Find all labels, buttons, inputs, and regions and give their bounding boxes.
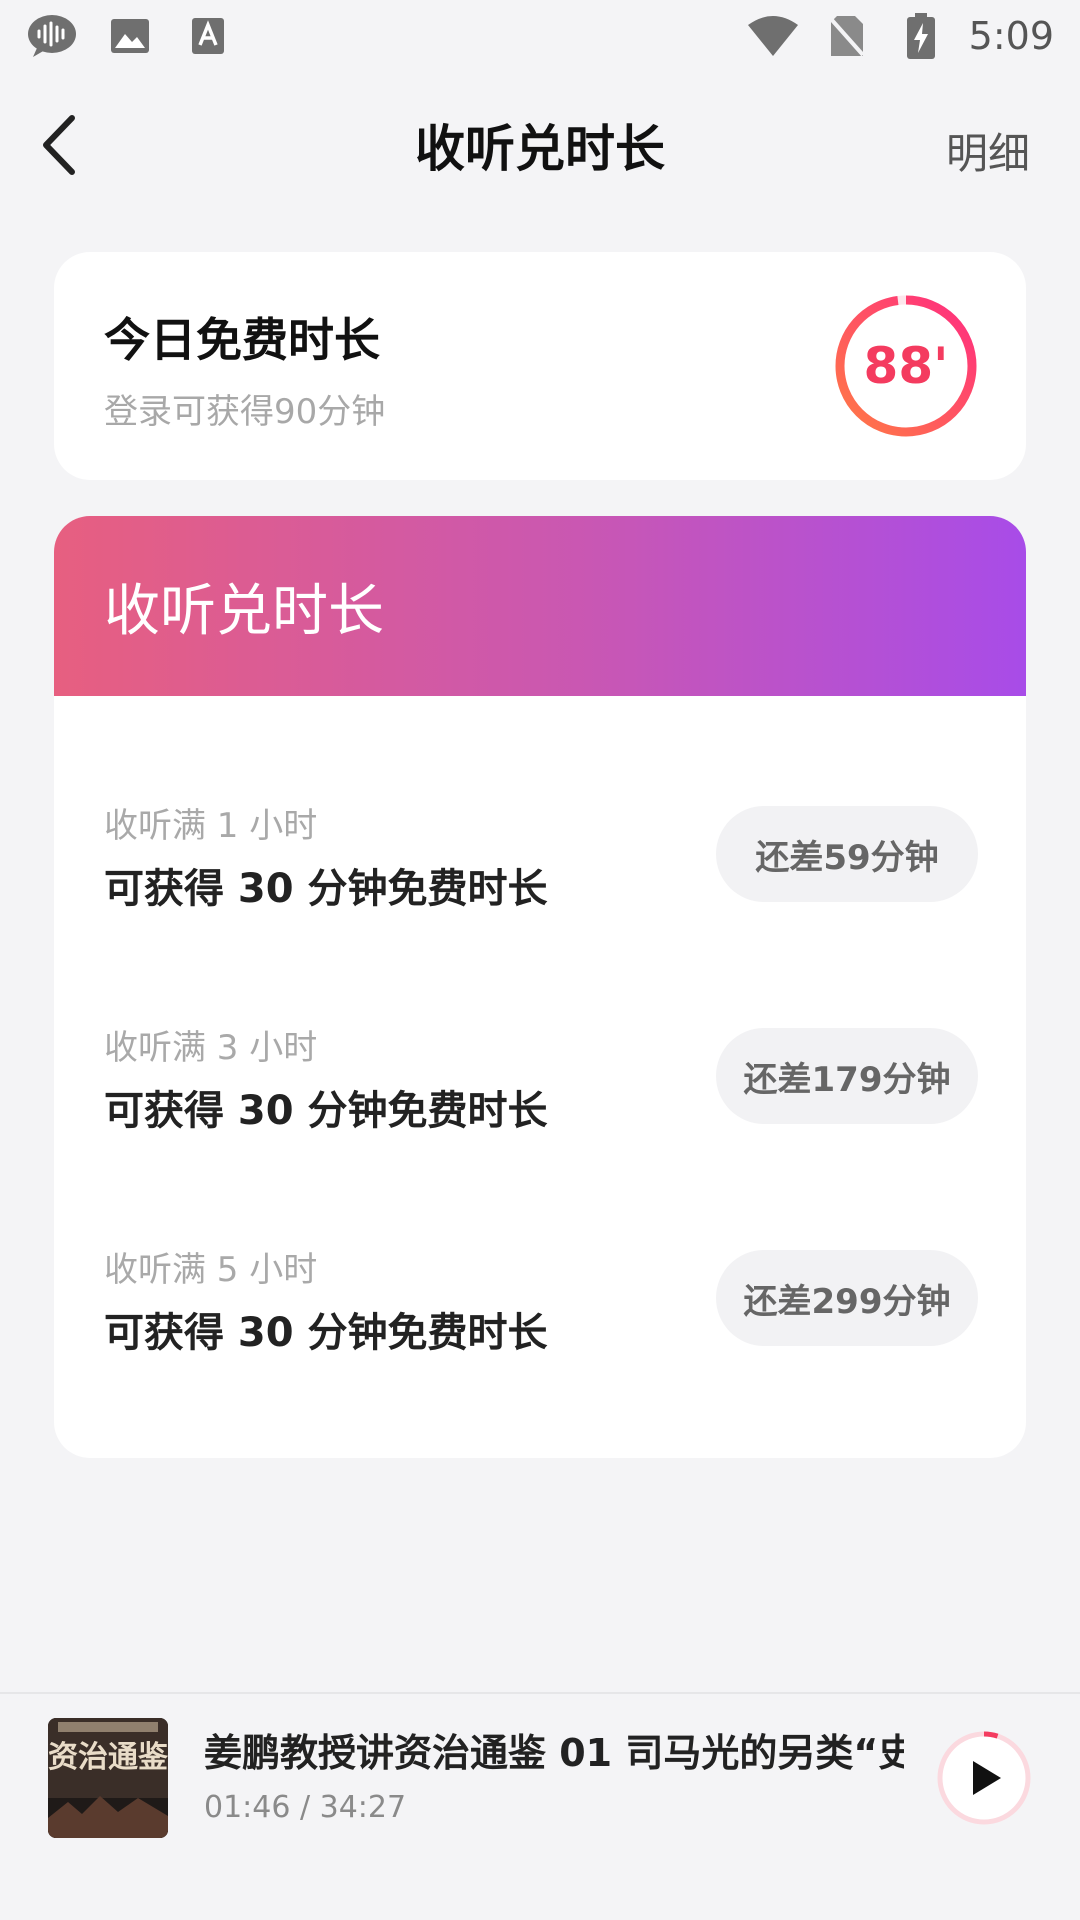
album-cover[interactable]: 资治通鉴: [48, 1718, 168, 1838]
voice-assistant-icon: [26, 10, 78, 62]
detail-link[interactable]: 明细: [946, 120, 1030, 181]
play-progress-ring: [937, 1731, 1031, 1825]
track-title[interactable]: 姜鹏教授讲资治通鉴 01 司马光的另类“史: [204, 1722, 904, 1777]
reward-description: 可获得 30 分钟免费时长: [104, 1088, 548, 1134]
cover-title: 资治通鉴: [48, 1740, 168, 1775]
remaining-time-button[interactable]: 还差299分钟: [716, 1250, 978, 1346]
chevron-left-icon: [43, 115, 75, 175]
reward-list: 收听满 1 小时 可获得 30 分钟免费时长 还差59分钟 收听满 3 小时 可…: [54, 696, 1026, 1362]
font-icon: [182, 10, 234, 62]
reward-row: 收听满 5 小时 可获得 30 分钟免费时长 还差299分钟: [54, 1140, 1026, 1362]
today-free-time-card: 今日免费时长 登录可获得90分钟 88': [54, 252, 1026, 480]
wifi-icon: [747, 10, 799, 62]
track-time: 01:46 / 34:27: [204, 1790, 407, 1825]
reward-row: 收听满 1 小时 可获得 30 分钟免费时长 还差59分钟: [54, 696, 1026, 918]
reward-description: 可获得 30 分钟免费时长: [104, 1310, 548, 1356]
free-minutes-value: 88': [863, 337, 949, 395]
no-sim-icon: [821, 10, 873, 62]
status-time: 5:09: [968, 14, 1054, 58]
remaining-time-button[interactable]: 还差179分钟: [716, 1028, 978, 1124]
image-icon: [104, 10, 156, 62]
page-title: 收听兑时长: [415, 120, 665, 178]
listen-exchange-card: 收听兑时长 收听满 1 小时 可获得 30 分钟免费时长 还差59分钟 收听满 …: [54, 516, 1026, 1458]
play-button[interactable]: [936, 1730, 1032, 1826]
remaining-time-button[interactable]: 还差59分钟: [716, 806, 978, 902]
banner-title: 收听兑时长: [104, 578, 384, 644]
page-header: 收听兑时长 明细: [0, 72, 1080, 218]
mini-player[interactable]: 资治通鉴 姜鹏教授讲资治通鉴 01 司马光的另类“史 01:46 / 34:27: [0, 1692, 1080, 1920]
cover-art: [48, 1718, 168, 1838]
back-button[interactable]: [28, 112, 88, 178]
today-title: 今日免费时长: [104, 313, 380, 367]
reward-row: 收听满 3 小时 可获得 30 分钟免费时长 还差179分钟: [54, 918, 1026, 1140]
today-subtitle: 登录可获得90分钟: [104, 392, 386, 432]
exchange-banner: 收听兑时长: [54, 516, 1026, 696]
reward-condition: 收听满 5 小时: [104, 1250, 318, 1290]
status-bar: 5:09: [0, 0, 1080, 72]
battery-charging-icon: [895, 10, 947, 62]
reward-condition: 收听满 3 小时: [104, 1028, 318, 1068]
reward-description: 可获得 30 分钟免费时长: [104, 866, 548, 912]
reward-condition: 收听满 1 小时: [104, 806, 318, 846]
